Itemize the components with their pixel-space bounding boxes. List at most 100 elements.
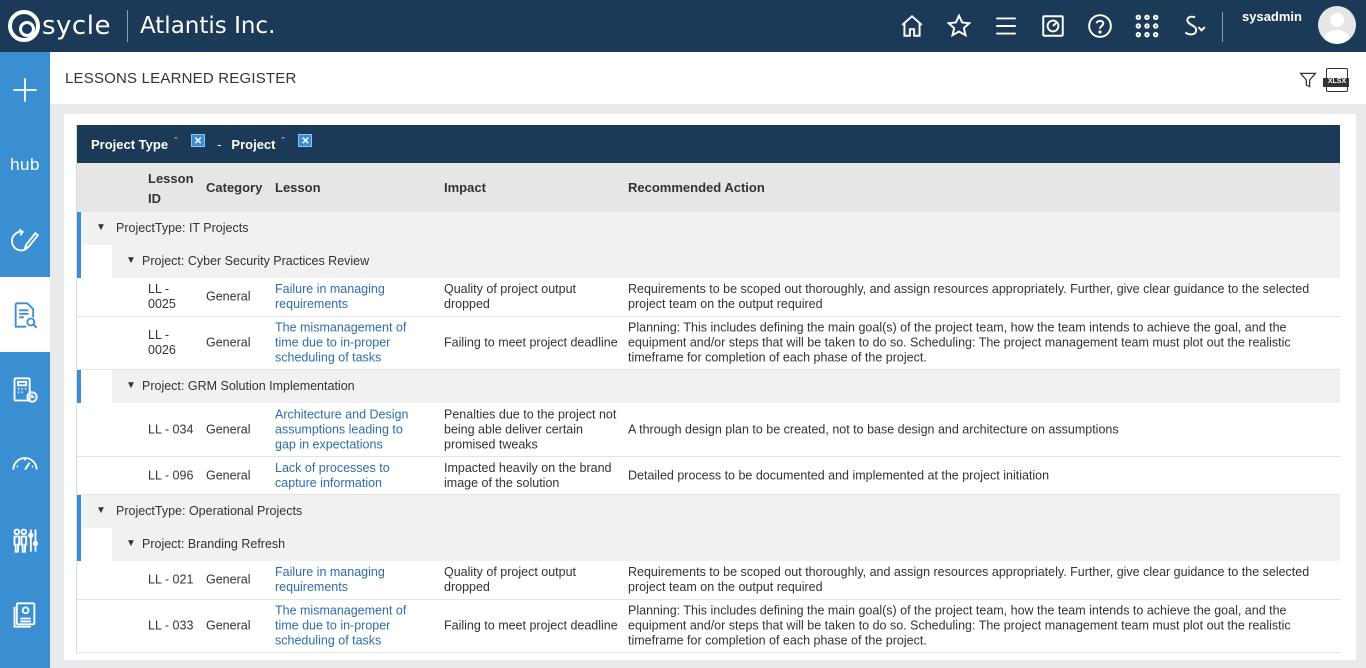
col-impact[interactable]: Impact <box>444 180 486 195</box>
chevron-down-icon[interactable]: ▼ <box>126 380 136 391</box>
s-dropdown-icon[interactable] <box>1170 0 1217 52</box>
cell-impact: Quality of project output dropped <box>444 565 577 594</box>
col-lesson-id[interactable]: Lesson ID <box>148 169 194 209</box>
sort-asc-icon[interactable]: ˆ <box>281 136 284 146</box>
page-title: LESSONS LEARNED REGISTER <box>65 70 297 87</box>
avatar[interactable] <box>1318 6 1356 44</box>
group-chip-label: Project <box>231 136 276 152</box>
table-row[interactable]: LL - 0026 General The mismanagement of t… <box>77 317 1340 370</box>
group-label: Project: GRM Solution Implementation <box>142 379 355 393</box>
cell-impact: Failing to meet project deadline <box>444 618 618 633</box>
company-name: Atlantis Inc. <box>139 13 276 39</box>
remove-group-icon[interactable]: ✕ <box>298 133 313 147</box>
cell-lesson-id: LL - 021 <box>148 572 194 587</box>
logo[interactable]: sycle <box>8 0 111 52</box>
col-category[interactable]: Category <box>206 180 262 195</box>
cell-category: General <box>206 618 251 633</box>
table-row[interactable]: LL - 021 General Failure in managing req… <box>77 561 1340 600</box>
cell-lesson-id: LL - 096 <box>148 468 194 482</box>
sidebar-item-gauge[interactable] <box>0 427 50 502</box>
cell-lesson-link[interactable]: The mismanagement of time due to in-prop… <box>275 321 425 366</box>
sidebar-item-add[interactable] <box>0 52 50 127</box>
cell-category: General <box>206 335 251 350</box>
chevron-down-icon[interactable]: ▼ <box>126 255 136 266</box>
group-label: Project: Branding Refresh <box>142 537 286 551</box>
sidebar-item-refresh-edit[interactable] <box>0 202 50 277</box>
group-row-project-type[interactable]: ▼ ProjectType: IT Projects <box>77 212 1340 245</box>
add-icon <box>13 77 37 102</box>
title-divider <box>126 10 128 42</box>
home-icon[interactable] <box>888 0 935 52</box>
sidebar-item-hub[interactable]: hub <box>0 127 50 202</box>
xlsx-label: XLSX <box>1327 78 1347 85</box>
cell-lesson-id: LL - 034 <box>148 422 194 436</box>
cell-category: General <box>206 289 251 304</box>
logo-mark-icon <box>8 10 40 42</box>
username[interactable]: sysadmin <box>1242 9 1302 24</box>
table-row[interactable]: LL - 034 General Architecture and Design… <box>77 403 1340 457</box>
dashboard-icon[interactable] <box>1029 0 1076 52</box>
group-chip-project-type[interactable]: Project Type ˆ ✕ <box>91 133 206 152</box>
group-row-project[interactable]: ▼ Project: Branding Refresh <box>77 528 1340 561</box>
group-row-project[interactable]: ▼ Project: GRM Solution Implementation <box>77 370 1340 403</box>
help-icon[interactable] <box>1076 0 1123 52</box>
chevron-down-icon[interactable]: ▼ <box>126 538 136 549</box>
sort-asc-icon[interactable]: ˆ <box>174 136 177 146</box>
star-icon[interactable] <box>935 0 982 52</box>
table-row[interactable]: LL - 0025 General Failure in managing re… <box>77 278 1340 317</box>
chevron-down-icon[interactable]: ▼ <box>96 222 106 233</box>
cell-recommended-action: Planning: This includes defining the mai… <box>628 320 1291 365</box>
cell-lesson-link[interactable]: Failure in managing requirements <box>275 565 425 595</box>
table-row[interactable]: LL - 096 General Lack of processes to ca… <box>77 457 1340 495</box>
col-lesson-id-line1: Lesson <box>148 171 194 186</box>
sidebar-item-document-search[interactable] <box>0 277 50 352</box>
cell-impact: Quality of project output dropped <box>444 282 577 311</box>
table-row[interactable]: LL - 033 General The mismanagement of ti… <box>77 600 1340 653</box>
cell-lesson-link[interactable]: Lack of processes to capture information <box>275 461 425 491</box>
cell-recommended-action: A through design plan to be created, not… <box>628 422 1119 436</box>
apps-grid-icon[interactable] <box>1123 0 1170 52</box>
group-by-bar: Project Type ˆ ✕ - Project ˆ ✕ <box>77 125 1340 163</box>
sidebar-item-calculator-clock[interactable] <box>0 352 50 427</box>
cell-recommended-action: Requirements to be scoped out thoroughly… <box>628 282 1310 311</box>
col-recommended-action[interactable]: Recommended Action <box>628 180 765 195</box>
hub-icon: hub <box>10 154 40 174</box>
group-label: ProjectType: Operational Projects <box>116 504 303 518</box>
page-actions: XLSX <box>1298 68 1349 92</box>
cell-recommended-action: Detailed process to be documented and im… <box>628 468 1050 482</box>
chevron-down-icon[interactable]: ▼ <box>96 505 106 516</box>
group-row-project-type[interactable]: ▼ ProjectType: Operational Projects <box>77 495 1340 528</box>
cell-lesson-link[interactable]: The mismanagement of time due to in-prop… <box>275 604 425 649</box>
menu-icon[interactable] <box>982 0 1029 52</box>
cell-recommended-action: Planning: This includes defining the mai… <box>628 603 1291 648</box>
content-panel: Project Type ˆ ✕ - Project ˆ ✕ Lesson ID… <box>64 114 1356 660</box>
user-divider <box>1222 12 1223 42</box>
group-chip-label: Project Type <box>91 136 169 152</box>
document-search-icon <box>14 301 38 328</box>
group-label: Project: Cyber Security Practices Review <box>142 254 370 268</box>
sidebar-item-people-sliders[interactable] <box>0 502 50 577</box>
cell-category: General <box>206 572 251 587</box>
cell-impact: Impacted heavily on the brand image of t… <box>444 460 612 490</box>
top-icon-bar <box>888 0 1217 52</box>
logo-text: sycle <box>42 11 111 41</box>
col-lesson[interactable]: Lesson <box>275 180 321 195</box>
group-row-project[interactable]: ▼ Project: Cyber Security Practices Revi… <box>77 245 1340 278</box>
xlsx-export-icon[interactable]: XLSX <box>1323 68 1349 92</box>
group-separator: - <box>217 136 222 152</box>
col-lesson-id-line2: ID <box>148 191 161 206</box>
cell-lesson-id: LL - 0026 <box>148 328 176 357</box>
remove-group-icon[interactable]: ✕ <box>191 133 206 147</box>
sidebar-item-report[interactable] <box>0 577 50 652</box>
cell-lesson-id: LL - 033 <box>148 618 194 633</box>
filter-icon[interactable] <box>1298 70 1318 90</box>
cell-lesson-link[interactable]: Failure in managing requirements <box>275 282 425 312</box>
top-bar: sycle Atlantis Inc. sysadmin <box>0 0 1366 52</box>
cell-lesson-link[interactable]: Architecture and Design assumptions lead… <box>275 407 425 452</box>
lessons-grid: Project Type ˆ ✕ - Project ˆ ✕ Lesson ID… <box>76 125 1340 654</box>
cell-recommended-action: Requirements to be scoped out thoroughly… <box>628 565 1310 594</box>
group-chip-project[interactable]: Project ˆ ✕ <box>231 133 313 152</box>
gauge-icon <box>12 456 38 470</box>
cell-impact: Penalties due to the project not being a… <box>444 407 617 451</box>
cell-lesson-id: LL - 0025 <box>148 282 176 311</box>
